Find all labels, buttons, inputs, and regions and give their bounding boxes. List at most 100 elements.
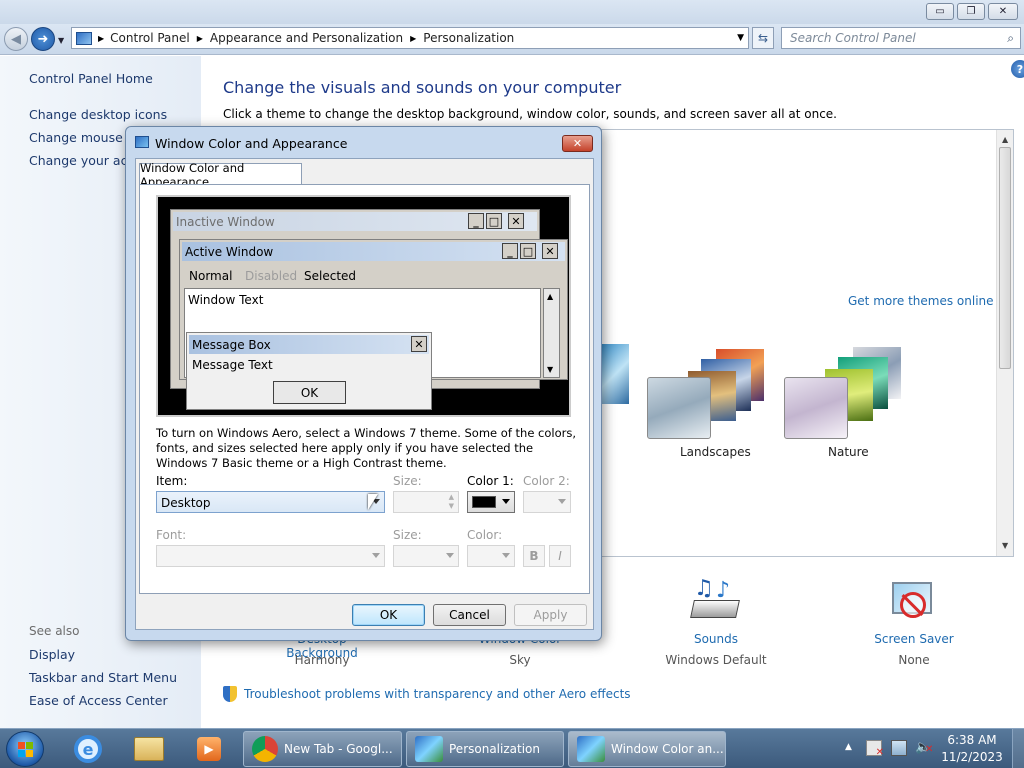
font-color-picker[interactable] (467, 545, 515, 567)
breadcrumb-appearance[interactable]: Appearance and Personalization (210, 31, 403, 45)
theme-landscapes-label[interactable]: Landscapes (680, 445, 751, 459)
forward-button[interactable]: ➜ (31, 27, 55, 51)
sounds-value: Windows Default (665, 653, 767, 667)
bold-toggle[interactable]: B (523, 545, 545, 567)
cancel-button[interactable]: Cancel (433, 604, 506, 626)
preview-ok-button: OK (273, 381, 346, 404)
taskbar-window-color[interactable]: Window Color an... (568, 731, 726, 767)
back-button[interactable]: ◀ (4, 27, 28, 51)
taskbar-start-menu-link[interactable]: Taskbar and Start Menu (29, 670, 177, 685)
media-player-icon[interactable]: ▶ (185, 732, 233, 766)
taskbar-task-label: Personalization (449, 742, 540, 756)
dialog-close-button[interactable]: ✕ (562, 135, 593, 152)
font-select[interactable] (156, 545, 385, 567)
search-input[interactable]: Search Control Panel ⌕ (781, 27, 1021, 49)
tab-window-color-appearance[interactable]: Window Color and Appearance (139, 161, 302, 189)
ok-button[interactable]: OK (352, 604, 425, 626)
dialog-body: Window Color and Appearance Inactive Win… (135, 158, 594, 630)
breadcrumb-separator-icon: ▶ (98, 33, 105, 43)
window-color-value: Sky (509, 653, 531, 667)
color1-picker[interactable] (467, 491, 515, 513)
appearance-preview: Inactive Window _ □ ✕ Active Window _ □ ✕ No… (156, 195, 571, 417)
sounds-link[interactable]: Sounds (666, 632, 766, 646)
font-size-select[interactable] (393, 545, 459, 567)
refresh-icon: ⇆ (757, 31, 769, 45)
clock-time[interactable]: 6:38 AM (944, 733, 1000, 747)
dialog-title: Window Color and Appearance (155, 136, 348, 151)
scroll-up-icon[interactable]: ▲ (1002, 135, 1008, 144)
clock-date[interactable]: 11/2/2023 (940, 750, 1004, 764)
address-bar[interactable]: ▶ Control Panel ▶ Appearance and Persona… (71, 27, 749, 49)
breadcrumb-separator-icon[interactable]: ▶ (410, 34, 416, 43)
breadcrumb-personalization[interactable]: Personalization (423, 31, 514, 45)
search-icon[interactable]: ⌕ (1007, 31, 1014, 46)
desktop-background-value: Harmony (294, 653, 350, 667)
mouse-cursor-icon (368, 494, 378, 510)
scroll-down-icon[interactable]: ▼ (1002, 541, 1008, 550)
taskbar-personalization[interactable]: Personalization (406, 731, 564, 767)
sounds-icon[interactable]: ♫ ♪ (690, 576, 742, 628)
tab-panel: Inactive Window _ □ ✕ Active Window _ □ ✕ No… (139, 184, 590, 594)
recent-pages-dropdown-icon[interactable]: ▼ (58, 36, 64, 45)
themes-scrollbar[interactable]: ▲ ▼ (996, 130, 1013, 556)
italic-toggle[interactable]: I (549, 545, 571, 567)
help-icon[interactable]: ? (1011, 60, 1024, 78)
internet-explorer-icon[interactable]: e (64, 732, 112, 766)
window-title-bar: ▭ ❐ ✕ (0, 0, 1024, 24)
control-panel-home-link[interactable]: Control Panel Home (29, 71, 153, 86)
action-center-icon[interactable]: ✕ (866, 740, 884, 758)
theme-nature[interactable] (783, 343, 913, 443)
apply-button[interactable]: Apply (514, 604, 587, 626)
get-more-themes-link[interactable]: Get more themes online (848, 294, 994, 308)
preview-menu-selected: Selected (298, 265, 356, 285)
screen-saver-link[interactable]: Screen Saver (864, 632, 964, 646)
screen-saver-icon[interactable] (890, 580, 936, 626)
ease-of-access-link[interactable]: Ease of Access Center (29, 693, 168, 708)
windows-explorer-icon[interactable] (125, 732, 173, 766)
breadcrumb-separator-icon[interactable]: ▶ (197, 34, 203, 43)
theme-landscapes[interactable] (646, 343, 776, 443)
network-icon[interactable] (891, 740, 907, 756)
color2-picker[interactable] (523, 491, 571, 513)
taskbar-chrome-new-tab[interactable]: New Tab - Googl... (243, 731, 402, 767)
search-placeholder: Search Control Panel (790, 31, 916, 45)
minimize-button[interactable]: ▭ (926, 3, 954, 20)
preview-menu-disabled: Disabled (245, 269, 298, 283)
personalization-icon (415, 736, 443, 762)
breadcrumb-control-panel[interactable]: Control Panel (110, 31, 190, 45)
volume-icon[interactable]: 🔈 ✕ (915, 740, 933, 756)
show-desktop-button[interactable] (1012, 729, 1024, 768)
font-color-label: Color: (467, 528, 503, 542)
screen-saver-value: None (898, 653, 930, 667)
address-dropdown-icon[interactable]: ▼ (737, 33, 744, 43)
show-hidden-icons[interactable]: ▲ (845, 742, 852, 752)
preview-menu-normal: Normal (189, 269, 233, 283)
taskbar-task-label: Window Color an... (611, 742, 724, 756)
page-subtitle: Click a theme to change the desktop back… (223, 107, 837, 121)
theme-nature-label[interactable]: Nature (828, 445, 869, 459)
size-spinner[interactable]: ▲ ▼ (393, 491, 459, 513)
color1-label: Color 1: (467, 474, 514, 488)
color2-label: Color 2: (523, 474, 570, 488)
shield-icon (223, 686, 237, 702)
size-label: Size: (393, 474, 422, 488)
item-select-value: Desktop (161, 496, 211, 510)
close-button[interactable]: ✕ (988, 3, 1018, 20)
refresh-button[interactable]: ⇆ (752, 27, 774, 49)
color1-swatch (472, 496, 496, 508)
preview-msgbox-title: Message Box (189, 335, 429, 354)
change-desktop-icons-link[interactable]: Change desktop icons (29, 107, 167, 122)
forward-arrow-icon: ➜ (37, 31, 49, 47)
scroll-thumb[interactable] (999, 147, 1011, 369)
page-title: Change the visuals and sounds on your co… (223, 78, 622, 97)
start-button[interactable] (6, 731, 44, 767)
item-label: Item: (156, 474, 188, 488)
troubleshoot-link[interactable]: Troubleshoot problems with transparency … (244, 687, 631, 701)
display-link[interactable]: Display (29, 647, 75, 662)
item-select[interactable]: Desktop (156, 491, 385, 513)
font-label: Font: (156, 528, 187, 542)
window-color-appearance-dialog: Window Color and Appearance ✕ Window Col… (125, 126, 602, 641)
preview-scrollbar: ▲ ▼ (543, 288, 560, 378)
maximize-button[interactable]: ❐ (957, 3, 985, 20)
theme-thumbnail-partial[interactable] (602, 344, 629, 404)
